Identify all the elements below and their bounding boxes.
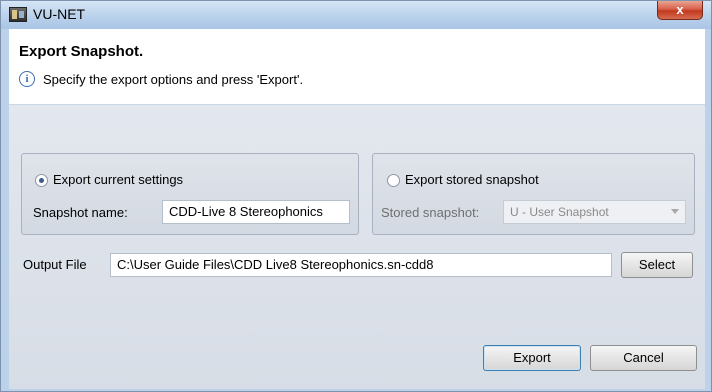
stored-snapshot-value: U - User Snapshot (510, 205, 609, 219)
output-file-label: Output File (23, 257, 87, 272)
dialog-header: Export Snapshot. i Specify the export op… (9, 29, 705, 105)
export-stored-label[interactable]: Export stored snapshot (405, 172, 539, 187)
dialog-body: Export current settings Snapshot name: C… (9, 105, 705, 389)
info-line: i Specify the export options and press '… (19, 71, 303, 87)
info-icon: i (19, 71, 35, 87)
snapshot-name-label: Snapshot name: (33, 205, 128, 220)
select-file-button[interactable]: Select (621, 252, 693, 278)
stored-snapshot-group: Export stored snapshot Stored snapshot: … (372, 153, 695, 235)
export-snapshot-dialog: VU-NET x Export Snapshot. i Specify the … (0, 0, 712, 392)
stored-snapshot-select[interactable]: U - User Snapshot (503, 200, 686, 224)
export-stored-radio[interactable] (387, 174, 400, 187)
export-button[interactable]: Export (483, 345, 581, 371)
current-settings-group: Export current settings Snapshot name: C… (21, 153, 359, 235)
info-text: Specify the export options and press 'Ex… (43, 71, 304, 87)
snapshot-name-input[interactable]: CDD-Live 8 Stereophonics (162, 200, 350, 224)
dialog-title: Export Snapshot. (19, 43, 144, 60)
app-icon (9, 7, 27, 22)
output-file-input[interactable]: C:\User Guide Files\CDD Live8 Stereophon… (110, 253, 612, 277)
title-bar: VU-NET x (1, 1, 711, 29)
export-current-radio[interactable] (35, 174, 48, 187)
stored-snapshot-label: Stored snapshot: (381, 205, 480, 220)
chevron-down-icon (671, 209, 679, 214)
window-title: VU-NET (33, 6, 86, 22)
export-current-label[interactable]: Export current settings (53, 172, 183, 187)
cancel-button[interactable]: Cancel (590, 345, 697, 371)
close-button[interactable]: x (657, 1, 703, 20)
